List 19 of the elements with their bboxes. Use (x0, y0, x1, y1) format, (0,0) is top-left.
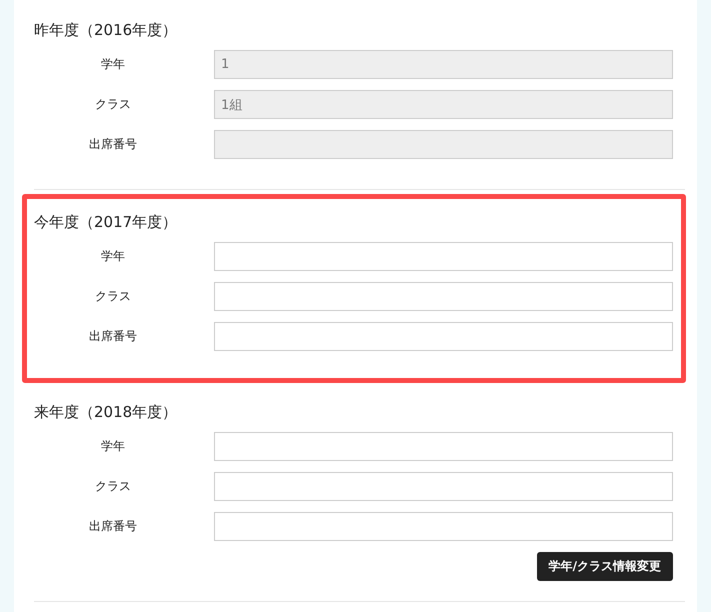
field-label: 出席番号 (88, 328, 138, 345)
section-title: 昨年度（2016年度） (34, 20, 178, 41)
input-field[interactable] (214, 512, 673, 541)
field-label: 学年 (100, 438, 126, 455)
input-field[interactable] (214, 282, 673, 311)
field-label: 学年 (100, 248, 126, 265)
input-field[interactable] (214, 432, 673, 461)
field-label: 出席番号 (88, 518, 138, 535)
field-label: 学年 (100, 56, 126, 73)
input-field[interactable] (214, 322, 673, 351)
input-field[interactable] (214, 472, 673, 501)
section-title: 来年度（2018年度） (34, 402, 178, 423)
submit-button[interactable]: 学年/クラス情報変更 (536, 552, 673, 581)
field-label: 出席番号 (88, 136, 138, 153)
section-title: 今年度（2017年度） (34, 212, 178, 233)
input-field[interactable] (214, 242, 673, 271)
field-label: クラス (94, 478, 132, 495)
field-label: クラス (94, 96, 132, 113)
field-label: クラス (94, 288, 132, 305)
